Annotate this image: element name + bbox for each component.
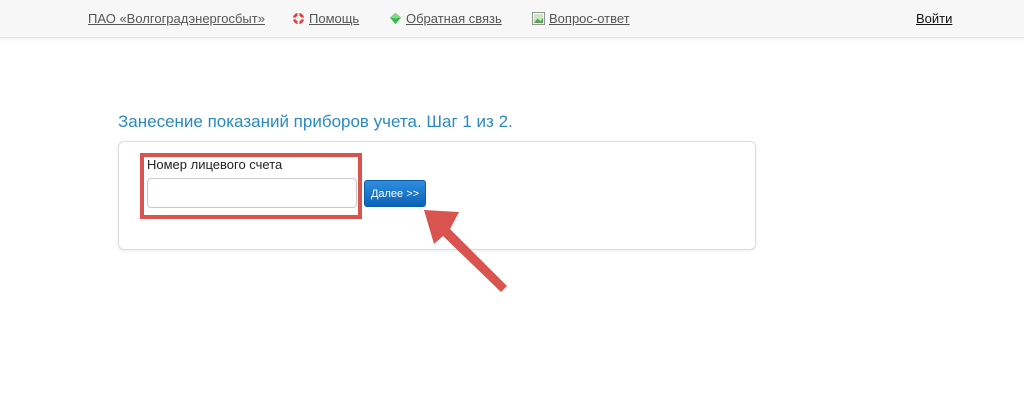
- account-number-input[interactable]: [147, 178, 357, 208]
- page-title: Занесение показаний приборов учета. Шаг …: [118, 112, 513, 131]
- faq-link[interactable]: Вопрос-ответ: [532, 11, 630, 26]
- next-button[interactable]: Далее >>: [364, 180, 426, 207]
- help-link[interactable]: Помощь: [292, 11, 359, 26]
- login-link[interactable]: Войти: [916, 11, 952, 26]
- diamond-icon: [389, 12, 402, 25]
- lifebuoy-icon: [292, 12, 305, 25]
- feedback-link[interactable]: Обратная связь: [389, 11, 502, 26]
- account-number-label: Номер лицевого счета: [147, 157, 283, 172]
- help-link-label: Помощь: [309, 11, 360, 26]
- company-link[interactable]: ПАО «Волгоградэнергосбыт»: [88, 11, 265, 26]
- feedback-link-label: Обратная связь: [406, 11, 502, 26]
- faq-link-label: Вопрос-ответ: [549, 11, 630, 26]
- image-icon: [532, 12, 545, 25]
- top-navigation-bar: ПАО «Волгоградэнергосбыт» Помощь Обратна…: [0, 0, 1024, 38]
